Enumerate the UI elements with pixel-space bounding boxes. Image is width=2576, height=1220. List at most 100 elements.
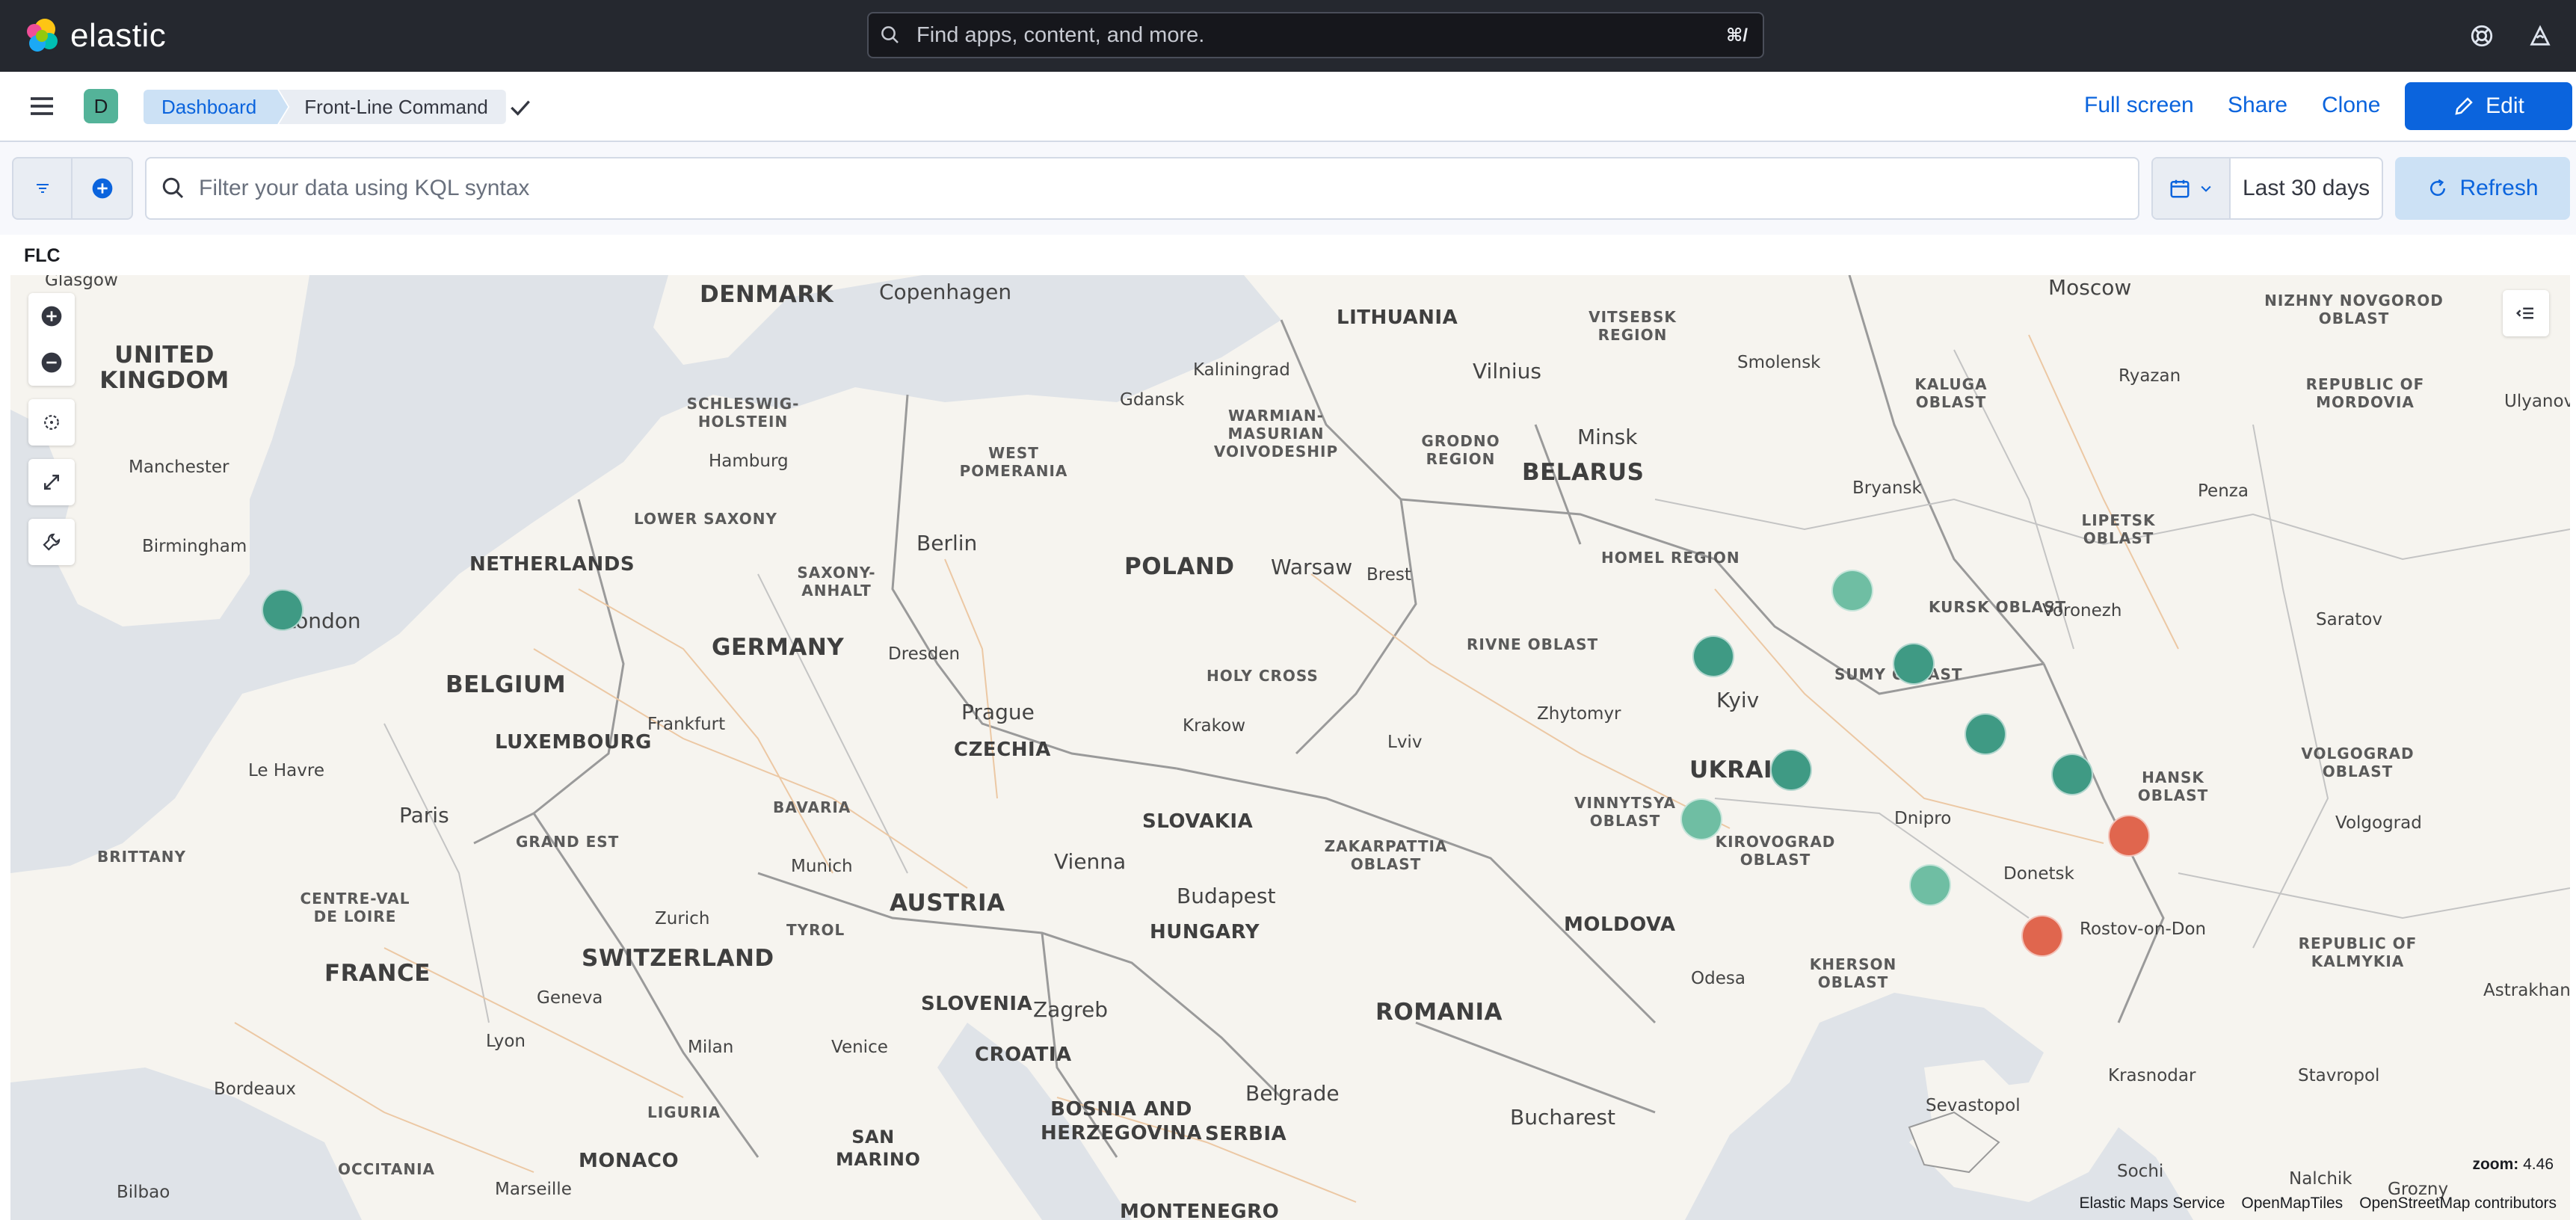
- label-city: Penza: [2198, 481, 2249, 501]
- data-point[interactable]: [2051, 754, 2093, 795]
- label-region: SCHLESWIG-HOLSTEIN: [686, 395, 800, 431]
- label-region: REPUBLIC OF KALMYKIA: [2298, 934, 2418, 970]
- kql-query-input[interactable]: Filter your data using KQL syntax: [145, 157, 2139, 220]
- global-search-input[interactable]: Find apps, content, and more. ⌘/: [867, 12, 1764, 58]
- label-city: Budapest: [1177, 884, 1276, 908]
- zoom-out-button[interactable]: [28, 339, 75, 386]
- label-denmark: DENMARK: [700, 281, 834, 308]
- label-city: Lviv: [1387, 733, 1423, 752]
- full-screen-button[interactable]: Full screen: [2084, 93, 2194, 118]
- label-san-marino: SAN MARINO: [836, 1127, 921, 1170]
- label-city: Bordeaux: [214, 1079, 296, 1099]
- data-point[interactable]: [2021, 915, 2063, 957]
- edit-button[interactable]: Edit: [2405, 82, 2572, 130]
- map-canvas[interactable]: DENMARK UNITED KINGDOM NETHERLANDS BELGI…: [10, 275, 2570, 1220]
- label-city: Bryansk: [1852, 478, 1922, 498]
- data-point[interactable]: [1770, 749, 1812, 791]
- attribution-link[interactable]: Elastic Maps Service: [2079, 1195, 2225, 1213]
- search-shortcut: ⌘/: [1726, 25, 1748, 46]
- label-city-kyiv: Kyiv: [1716, 688, 1760, 712]
- label-region: TYROL: [786, 921, 845, 939]
- data-point[interactable]: [2108, 815, 2150, 857]
- label-germany: GERMANY: [712, 634, 845, 661]
- quick-menu-button[interactable]: [2153, 158, 2231, 218]
- attribution-link[interactable]: OpenStreetMap contributors: [2359, 1195, 2557, 1213]
- label-city: Kaliningrad: [1193, 360, 1290, 380]
- label-region: HANSK OBLAST: [2137, 768, 2209, 804]
- elastic-logo[interactable]: elastic: [22, 16, 166, 55]
- label-city: Donetsk: [2003, 864, 2074, 884]
- help-icon[interactable]: [2465, 19, 2498, 52]
- label-city: Minsk: [1577, 425, 1638, 449]
- refresh-label: Refresh: [2459, 176, 2539, 200]
- label-region: KHERSON OBLAST: [1809, 955, 1897, 991]
- data-point[interactable]: [1680, 798, 1722, 840]
- tools-button[interactable]: [28, 519, 75, 565]
- panel-title: FLC: [24, 245, 61, 266]
- label-hungary: HUNGARY: [1150, 921, 1260, 943]
- label-austria: AUSTRIA: [890, 890, 1005, 916]
- label-city: Smolensk: [1737, 353, 1821, 372]
- add-filter-button[interactable]: [73, 158, 132, 218]
- set-view-button[interactable]: [28, 399, 75, 446]
- label-region: RIVNE OBLAST: [1467, 635, 1599, 653]
- label-city: Copenhagen: [879, 280, 1012, 304]
- refresh-button[interactable]: Refresh: [2395, 157, 2570, 220]
- label-city: Krasnodar: [2108, 1066, 2196, 1085]
- label-region: ZAKARPATTIA OBLAST: [1324, 837, 1448, 873]
- clone-button[interactable]: Clone: [2322, 93, 2380, 118]
- menu-toggle-button[interactable]: [27, 91, 57, 121]
- label-city: Frankfurt: [647, 715, 726, 734]
- label-croatia: CROATIA: [975, 1044, 1072, 1066]
- chevron-down-icon: [2201, 185, 2211, 192]
- data-point[interactable]: [1692, 635, 1734, 677]
- label-city: Glasgow: [45, 275, 118, 290]
- breadcrumb-dashboard[interactable]: Dashboard: [144, 90, 288, 124]
- label-city: Munich: [791, 857, 853, 876]
- label-city: Belgrade: [1245, 1081, 1340, 1106]
- date-range-label[interactable]: Last 30 days: [2243, 176, 2370, 201]
- attribution-link[interactable]: OpenMapTiles: [2241, 1195, 2343, 1213]
- label-poland: POLAND: [1124, 553, 1235, 580]
- label-ukraine: UKRAI: [1689, 757, 1773, 783]
- label-united-kingdom: UNITED KINGDOM: [99, 342, 229, 394]
- map-panel: FLC DENMARK UNITED KINGDOM NETHERLANDS B…: [10, 238, 2570, 1220]
- zoom-controls: [28, 293, 75, 386]
- label-city: Manchester: [129, 458, 229, 477]
- share-button[interactable]: Share: [2228, 93, 2287, 118]
- label-city: Prague: [961, 700, 1035, 724]
- search-icon: [162, 177, 184, 199]
- label-czechia: CZECHIA: [954, 739, 1051, 761]
- layer-panel-toggle[interactable]: [2503, 290, 2549, 336]
- label-region: HOMEL REGION: [1601, 549, 1740, 567]
- label-city: Vilnius: [1473, 359, 1541, 383]
- data-point[interactable]: [1909, 864, 1951, 906]
- space-avatar[interactable]: D: [84, 89, 118, 123]
- calendar-icon: [2170, 179, 2190, 198]
- filter-menu-button[interactable]: [13, 158, 73, 218]
- label-city: Geneva: [537, 988, 603, 1008]
- fit-to-data-button[interactable]: [28, 459, 75, 505]
- label-region: VOLGOGRAD OBLAST: [2301, 745, 2415, 780]
- label-city: Astrakhan: [2483, 981, 2570, 1000]
- data-point[interactable]: [1965, 713, 2006, 755]
- label-region: VITSEBSK REGION: [1589, 308, 1677, 344]
- label-city: Krakow: [1183, 716, 1246, 736]
- date-picker[interactable]: Last 30 days: [2151, 157, 2383, 220]
- zoom-in-button[interactable]: [28, 293, 75, 339]
- label-luxembourg: LUXEMBOURG: [495, 731, 652, 754]
- data-point[interactable]: [1831, 570, 1873, 611]
- zoom-readout: zoom: 4.46: [2472, 1156, 2554, 1174]
- label-city: Dnipro: [1894, 809, 1952, 828]
- label-city: Volgograd: [2335, 813, 2422, 833]
- label-city: Vienna: [1054, 849, 1127, 874]
- data-point[interactable]: [1893, 643, 1935, 685]
- label-france: FRANCE: [324, 960, 431, 987]
- hamburger-icon: [31, 97, 53, 115]
- label-city: Milan: [688, 1038, 734, 1057]
- label-slovenia: SLOVENIA: [921, 993, 1033, 1015]
- data-point[interactable]: [262, 589, 303, 631]
- label-region: BAVARIA: [773, 798, 851, 816]
- user-menu-icon[interactable]: [2524, 19, 2557, 52]
- expand-icon: [44, 475, 59, 490]
